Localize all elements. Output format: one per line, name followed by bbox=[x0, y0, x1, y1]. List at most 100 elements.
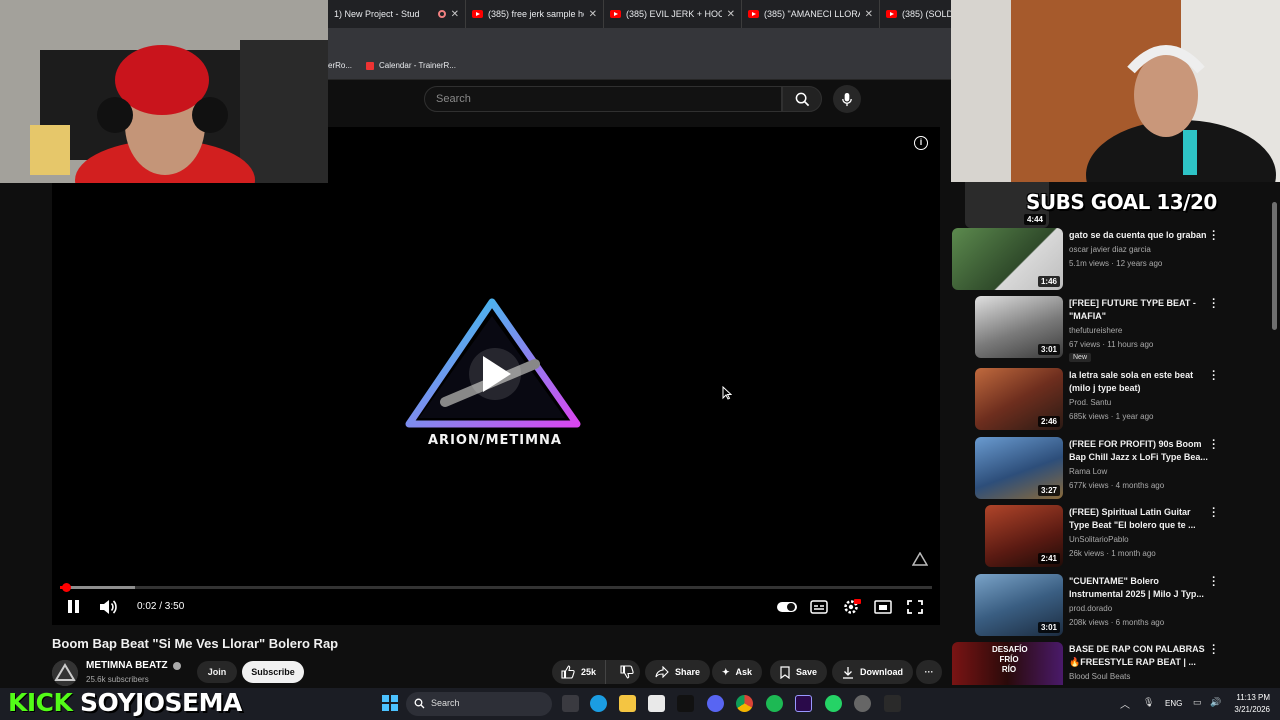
close-icon[interactable]: ✕ bbox=[451, 9, 459, 20]
more-vert-icon[interactable]: · · · bbox=[1211, 295, 1217, 314]
channel-name[interactable]: Blood Soul Beats bbox=[1069, 672, 1130, 681]
list-item[interactable]: 3:01 [FREE] FUTURE TYPE BEAT - "MAFIA" t… bbox=[951, 295, 1269, 364]
duration-badge: 2:46 bbox=[1037, 416, 1060, 427]
more-vert-icon[interactable]: · · · bbox=[1211, 573, 1217, 592]
dislike-button[interactable] bbox=[612, 660, 642, 684]
save-button[interactable]: Save bbox=[770, 660, 828, 684]
language-indicator[interactable]: ENG bbox=[1165, 699, 1182, 708]
bookmark-trainer[interactable]: erRo... bbox=[328, 61, 352, 70]
close-icon[interactable]: ✕ bbox=[727, 9, 735, 20]
progress-buffered bbox=[60, 586, 135, 589]
tab-free-jerk-sample[interactable]: (385) free jerk sample ho ✕ bbox=[466, 0, 604, 28]
clock-date[interactable]: 3/21/2026 bbox=[1222, 705, 1270, 714]
video-thumbnail[interactable]: 2:46 bbox=[975, 368, 1063, 430]
video-thumbnail[interactable]: 1:46 bbox=[952, 228, 1063, 290]
volume-icon[interactable]: 🔊 bbox=[1210, 697, 1221, 708]
tab-sold-amor[interactable]: (385) (SOLD) Amor V bbox=[880, 0, 951, 28]
chrome-icon[interactable] bbox=[736, 695, 753, 712]
autoplay-toggle[interactable] bbox=[776, 598, 798, 616]
voice-search-button[interactable] bbox=[833, 85, 861, 113]
more-vert-icon[interactable]: · · · bbox=[1211, 367, 1217, 386]
list-item[interactable]: 1:46 gato se da cuenta que lo graban osc… bbox=[951, 227, 1269, 296]
file-explorer-icon[interactable] bbox=[619, 695, 636, 712]
channel-name[interactable]: Rama Low bbox=[1069, 467, 1107, 476]
video-thumbnail[interactable]: 2:41 bbox=[985, 505, 1063, 567]
list-item[interactable]: 2:41 (FREE) Spiritual Latin Guitar Type … bbox=[951, 504, 1269, 573]
join-button[interactable]: Join bbox=[197, 661, 237, 683]
channel-name[interactable]: UnSolitarioPablo bbox=[1069, 535, 1129, 544]
video-thumbnail[interactable]: DESAFÍO FRÍO RÍO bbox=[952, 642, 1063, 685]
video-title[interactable]: (FREE FOR PROFIT) 90s Boom Bap Chill Jaz… bbox=[1069, 438, 1209, 464]
list-item[interactable]: 2:46 la letra sale sola en este beat (mi… bbox=[951, 367, 1269, 436]
download-button[interactable]: Download bbox=[832, 660, 913, 684]
channel-name[interactable]: METIMNA BEATZ bbox=[86, 660, 168, 671]
recommendations-sidebar: 4:44 1:46 gato se da cuenta que lo graba… bbox=[951, 182, 1269, 685]
windows-start-button[interactable] bbox=[382, 695, 398, 711]
miniplayer-icon[interactable] bbox=[873, 598, 893, 616]
close-icon[interactable]: ✕ bbox=[589, 9, 597, 20]
video-title[interactable]: la letra sale sola en este beat (milo j … bbox=[1069, 369, 1209, 395]
share-button[interactable]: Share bbox=[645, 660, 711, 684]
tab-evil-jerk[interactable]: (385) EVIL JERK + HOODT ✕ bbox=[604, 0, 742, 28]
list-item[interactable]: DESAFÍO FRÍO RÍO BASE DE RAP CON PALABRA… bbox=[951, 641, 1269, 685]
fullscreen-icon[interactable] bbox=[905, 598, 925, 616]
recording-icon bbox=[437, 10, 446, 18]
search-input[interactable]: Search bbox=[424, 86, 782, 112]
channel-name[interactable]: thefutureishere bbox=[1069, 326, 1122, 335]
info-icon[interactable]: i bbox=[914, 136, 928, 150]
tiktok-icon[interactable] bbox=[677, 695, 694, 712]
task-view-icon[interactable] bbox=[562, 695, 579, 712]
bookmark-calendar-trainer[interactable]: Calendar - TrainerR... bbox=[366, 61, 456, 70]
address-bar-area[interactable] bbox=[328, 28, 951, 52]
microphone-icon[interactable]: 🎙 bbox=[1143, 697, 1154, 708]
new-badge: New bbox=[1069, 353, 1092, 362]
list-item[interactable]: 3:01 "CUENTAME" Bolero Instrumental 2025… bbox=[951, 573, 1269, 642]
video-title[interactable]: [FREE] FUTURE TYPE BEAT - "MAFIA" bbox=[1069, 297, 1209, 323]
video-title[interactable]: (FREE) Spiritual Latin Guitar Type Beat … bbox=[1069, 506, 1209, 532]
list-item[interactable]: 3:27 (FREE FOR PROFIT) 90s Boom Bap Chil… bbox=[951, 436, 1269, 505]
channel-name[interactable]: oscar javier diaz garcia bbox=[1069, 245, 1151, 254]
discord-icon[interactable] bbox=[707, 695, 724, 712]
ask-button[interactable]: ✦ Ask bbox=[712, 660, 763, 684]
subtitles-icon[interactable] bbox=[809, 598, 829, 616]
edge-icon[interactable] bbox=[590, 695, 607, 712]
taskbar-search[interactable]: Search bbox=[406, 692, 552, 716]
close-icon[interactable]: ✕ bbox=[865, 9, 873, 20]
video-thumbnail[interactable]: 3:27 bbox=[975, 437, 1063, 499]
scrubber-handle[interactable] bbox=[62, 583, 71, 592]
progress-bar[interactable] bbox=[60, 586, 932, 589]
spotify-icon[interactable] bbox=[766, 695, 783, 712]
whatsapp-icon[interactable] bbox=[825, 695, 842, 712]
premiere-icon[interactable] bbox=[795, 695, 812, 712]
video-title[interactable]: BASE DE RAP CON PALABRAS 🔥FREESTYLE RAP … bbox=[1069, 643, 1209, 669]
obs-icon[interactable] bbox=[854, 695, 871, 712]
video-title[interactable]: gato se da cuenta que lo graban bbox=[1069, 229, 1209, 242]
channel-avatar[interactable] bbox=[52, 660, 78, 686]
pause-button[interactable] bbox=[66, 600, 80, 614]
more-vert-icon[interactable]: · · · bbox=[1211, 227, 1217, 246]
more-vert-icon[interactable]: · · · bbox=[1211, 504, 1217, 523]
terminal-icon[interactable] bbox=[884, 695, 901, 712]
more-vert-icon[interactable]: · · · bbox=[1211, 436, 1217, 455]
microsoft-store-icon[interactable] bbox=[648, 695, 665, 712]
video-thumbnail[interactable]: 3:01 bbox=[975, 574, 1063, 636]
clock-time[interactable]: 11:13 PM bbox=[1228, 693, 1270, 702]
channel-name[interactable]: prod.dorado bbox=[1069, 604, 1112, 613]
scrollbar-thumb[interactable] bbox=[1272, 202, 1277, 330]
network-icon[interactable]: ▭ bbox=[1193, 697, 1202, 708]
video-thumbnail[interactable]: 3:01 bbox=[975, 296, 1063, 358]
more-actions-button[interactable]: ··· bbox=[916, 660, 942, 684]
settings-gear-icon[interactable] bbox=[841, 598, 861, 616]
channel-name[interactable]: Prod. Santu bbox=[1069, 398, 1111, 407]
like-button[interactable]: 25k bbox=[552, 660, 607, 684]
subscribe-button[interactable]: Subscribe bbox=[242, 661, 304, 683]
channel-watermark-icon[interactable] bbox=[912, 552, 928, 566]
chevron-up-icon[interactable]: ︿ bbox=[1120, 696, 1130, 711]
time-display: 0:02 / 3:50 bbox=[137, 601, 185, 612]
search-button[interactable] bbox=[782, 86, 822, 112]
volume-icon[interactable] bbox=[98, 598, 118, 616]
tab-amaneci-llorando[interactable]: (385) "AMANECI LLORAN ✕ bbox=[742, 0, 880, 28]
more-vert-icon[interactable]: · · · bbox=[1211, 641, 1217, 660]
tab-new-project[interactable]: 1) New Project - Stud ✕ bbox=[328, 0, 466, 28]
video-title[interactable]: "CUENTAME" Bolero Instrumental 2025 | Mi… bbox=[1069, 575, 1209, 601]
